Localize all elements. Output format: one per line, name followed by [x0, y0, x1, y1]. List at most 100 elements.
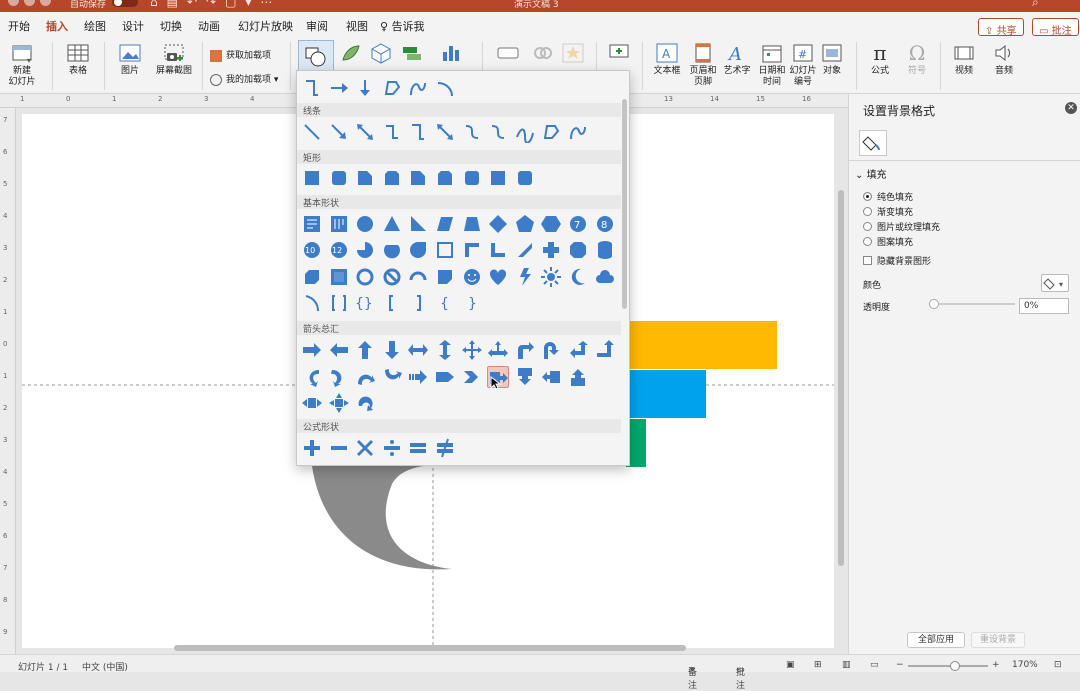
zoom-thumb[interactable]	[950, 661, 960, 671]
shape-option[interactable]	[328, 121, 350, 143]
sorter-view-icon[interactable]: ⊞	[814, 660, 822, 670]
autosave-toggle[interactable]	[112, 0, 138, 7]
tab-insert[interactable]: 插入	[46, 18, 68, 40]
share-button[interactable]: ⇪ 共享	[978, 18, 1024, 37]
shape-option[interactable]	[540, 339, 562, 361]
shape-option[interactable]: {	[434, 292, 456, 314]
tab-slideshow[interactable]: 幻灯片放映	[238, 18, 293, 34]
shape-option[interactable]	[540, 213, 562, 235]
shape-option[interactable]: 8	[594, 213, 616, 235]
shape-option[interactable]	[594, 339, 616, 361]
shape-option[interactable]	[407, 366, 429, 388]
shape-option[interactable]	[567, 339, 589, 361]
shape-option[interactable]	[567, 121, 589, 143]
shape-option[interactable]	[328, 213, 350, 235]
video-button[interactable]: 视频	[946, 42, 982, 77]
3d-models-button[interactable]	[368, 42, 394, 66]
transparency-input[interactable]: 0%	[1019, 298, 1069, 314]
shape-option[interactable]	[514, 266, 536, 288]
shapes-button[interactable]	[298, 40, 334, 74]
hide-background-checkbox[interactable]: 隐藏背景图形	[863, 254, 931, 267]
shape-option[interactable]	[328, 77, 350, 99]
picture-button[interactable]: 图片	[112, 42, 148, 77]
shape-option[interactable]	[381, 366, 403, 388]
shape-option[interactable]	[301, 339, 323, 361]
picture-fill-radio[interactable]: 图片或纹理填充	[863, 220, 940, 233]
comments-button[interactable]: ▭ 批注	[1032, 18, 1079, 37]
shape-option[interactable]	[301, 77, 323, 99]
shape-option[interactable]	[461, 339, 483, 361]
tab-design[interactable]: 设计	[122, 18, 144, 34]
shape-option[interactable]	[434, 77, 456, 99]
shape-option[interactable]	[434, 266, 456, 288]
object-button[interactable]: 对象	[818, 42, 846, 77]
shape-option[interactable]	[514, 213, 536, 235]
gallery-scrollbar[interactable]	[622, 99, 627, 309]
slide-number-button[interactable]: # 幻灯片 编号	[788, 42, 818, 88]
close-window-icon[interactable]	[8, 0, 19, 6]
moon-arc-shape[interactable]	[312, 464, 452, 570]
shape-option[interactable]	[354, 392, 376, 414]
shape-option[interactable]	[540, 266, 562, 288]
shape-option[interactable]	[328, 437, 350, 459]
table-button[interactable]: 表格	[60, 42, 96, 77]
tab-draw[interactable]: 绘图	[84, 18, 106, 34]
shape-option[interactable]	[381, 167, 403, 189]
shape-option[interactable]	[407, 266, 429, 288]
shape-option[interactable]	[301, 292, 323, 314]
icons-button[interactable]	[338, 42, 364, 66]
shape-option[interactable]	[381, 266, 403, 288]
shape-option[interactable]	[301, 213, 323, 235]
shape-option[interactable]	[328, 392, 350, 414]
shape-option[interactable]: 7	[567, 213, 589, 235]
audio-button[interactable]: 音频	[986, 42, 1022, 77]
tab-tell-me[interactable]: ♀ 告诉我	[380, 18, 425, 34]
search-icon[interactable]: ⌕	[1032, 0, 1039, 10]
horizontal-scrollbar[interactable]	[174, 645, 686, 651]
shape-option[interactable]	[354, 167, 376, 189]
reading-view-icon[interactable]: ▥	[842, 660, 851, 670]
get-addins-button[interactable]: 获取加载项	[210, 48, 271, 62]
shape-option[interactable]: {}	[354, 292, 376, 314]
shape-option[interactable]	[540, 121, 562, 143]
smartart-button[interactable]	[398, 42, 428, 66]
shape-option[interactable]	[354, 77, 376, 99]
fill-section-header[interactable]: ⌄ 填充	[855, 166, 887, 181]
new-slide-button[interactable]: ▾ 新建 幻灯片	[6, 42, 38, 88]
shape-option[interactable]	[354, 239, 376, 261]
datetime-button[interactable]: 日期和 时间	[756, 42, 788, 88]
shape-option[interactable]: 12	[328, 239, 350, 261]
shape-option[interactable]	[354, 437, 376, 459]
shape-option[interactable]	[434, 213, 456, 235]
shape-option[interactable]	[381, 339, 403, 361]
shape-option[interactable]	[434, 339, 456, 361]
header-footer-button[interactable]: 页眉和 页脚	[688, 42, 718, 88]
shape-option[interactable]	[381, 77, 403, 99]
shape-option[interactable]	[461, 213, 483, 235]
shape-option[interactable]	[514, 339, 536, 361]
shape-option[interactable]	[354, 339, 376, 361]
shape-option[interactable]	[328, 339, 350, 361]
shape-option[interactable]	[461, 239, 483, 261]
shape-option[interactable]	[354, 121, 376, 143]
tab-view[interactable]: 视图	[346, 18, 368, 34]
shape-option[interactable]	[407, 292, 429, 314]
new-comment-button[interactable]	[604, 42, 634, 66]
shape-option[interactable]	[407, 121, 429, 143]
minimize-window-icon[interactable]	[24, 0, 35, 6]
shape-option[interactable]	[461, 266, 483, 288]
zoom-window-icon[interactable]	[40, 0, 51, 6]
language-indicator[interactable]: 中文 (中国)	[82, 660, 128, 673]
shape-option[interactable]	[487, 121, 509, 143]
shape-option[interactable]	[381, 121, 403, 143]
reset-background-button[interactable]: 重设背景	[971, 632, 1025, 648]
solid-fill-radio[interactable]: 纯色填充	[863, 190, 913, 203]
slideshow-view-icon[interactable]: ▭	[870, 660, 879, 670]
zoom-level[interactable]: 170%	[1012, 660, 1038, 670]
shape-option[interactable]	[567, 366, 589, 388]
shape-option[interactable]: 10	[301, 239, 323, 261]
shape-option[interactable]	[514, 239, 536, 261]
gradient-fill-radio[interactable]: 渐变填充	[863, 205, 913, 218]
vertical-scrollbar[interactable]	[838, 190, 844, 566]
shape-option[interactable]	[434, 121, 456, 143]
